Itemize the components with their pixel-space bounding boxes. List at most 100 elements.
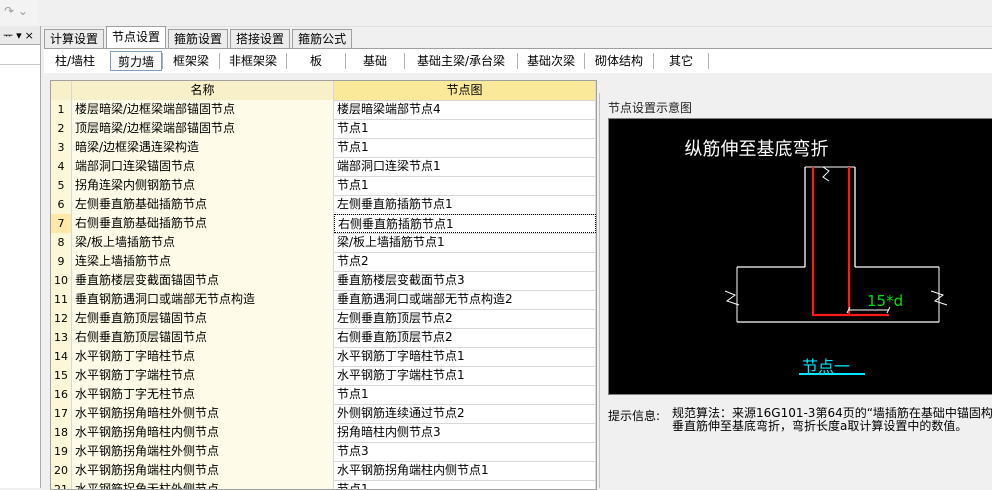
- close-icon[interactable]: ×: [25, 29, 34, 42]
- node-name-cell: 连梁上墙插筋节点: [72, 252, 334, 271]
- table-row[interactable]: 5 拐角连梁内侧钢筋节点 节点1: [51, 176, 596, 196]
- header-corner: [51, 81, 72, 100]
- table-row[interactable]: 15 水平钢筋丁字端柱节点 水平钢筋丁字端柱节点1: [51, 366, 596, 386]
- node-diagram-cell[interactable]: 节点1: [334, 119, 596, 138]
- row-number: 16: [51, 385, 72, 404]
- node-diagram-panel: 节点设置示意图 纵筋伸至基底弯折 15*d 节点一 提示信息: 规范算法：来源1…: [599, 93, 992, 488]
- divider: [0, 64, 40, 65]
- table-row[interactable]: 3 暗梁/边框梁遇连梁构造 节点1: [51, 138, 596, 158]
- row-number: 4: [51, 157, 72, 176]
- column-header-name: 名称: [72, 81, 334, 100]
- subtab-shear-wall[interactable]: 剪力墙: [110, 51, 162, 71]
- panel-title: 节点设置示意图: [608, 101, 693, 115]
- component-subtabs: 柱/墙柱 剪力墙 框架梁 非框架梁 板 基础 基础主梁/承台梁 基础次梁 砌体结…: [44, 48, 992, 73]
- node-name-cell: 梁/板上墙插筋节点: [72, 233, 334, 252]
- table-row[interactable]: 8 梁/板上墙插筋节点 梁/板上墙插筋节点1: [51, 233, 596, 253]
- subtab-other[interactable]: 其它: [654, 51, 708, 71]
- node-diagram-cell[interactable]: 节点1: [334, 176, 596, 195]
- table-row[interactable]: 2 顶层暗梁/边框梁端部锚固节点 节点1: [51, 119, 596, 139]
- node-diagram-cell[interactable]: 右侧垂直筋顶层节点2: [334, 328, 596, 347]
- node-diagram-cell[interactable]: 垂直筋遇洞口或端部无节点构造2: [334, 290, 596, 309]
- row-number: 19: [51, 442, 72, 461]
- subtab-foundation-main-beam[interactable]: 基础主梁/承台梁: [405, 51, 517, 71]
- row-number: 5: [51, 176, 72, 195]
- table-row[interactable]: 9 连梁上墙插筋节点 节点2: [51, 252, 596, 272]
- table-row[interactable]: 21 水平钢筋拐角无柱外侧节点 节点1: [51, 480, 596, 489]
- row-number: 9: [51, 252, 72, 271]
- node-diagram-cell[interactable]: 梁/板上墙插筋节点1: [334, 233, 596, 252]
- node-name-cell: 水平钢筋丁字无柱节点: [72, 385, 334, 404]
- pin-icon[interactable]: ᅲ: [3, 27, 13, 43]
- node-diagram-cell[interactable]: 楼层暗梁端部节点4: [334, 100, 596, 119]
- subtab-foundation-secondary-beam[interactable]: 基础次梁: [518, 51, 584, 71]
- table-row[interactable]: 10 垂直筋楼层变截面锚固节点 垂直筋楼层变截面节点3: [51, 271, 596, 291]
- row-number: 10: [51, 271, 72, 290]
- row-number: 7: [51, 214, 72, 233]
- subtab-slab[interactable]: 板: [287, 51, 345, 71]
- node-name-cell: 顶层暗梁/边框梁端部锚固节点: [72, 119, 334, 138]
- table-header: 名称 节点图: [51, 81, 596, 101]
- row-number: 1: [51, 100, 72, 119]
- table-row[interactable]: 1 楼层暗梁/边框梁端部锚固节点 楼层暗梁端部节点4: [51, 100, 596, 120]
- table-row[interactable]: 17 水平钢筋拐角暗柱外侧节点 外侧钢筋连续通过节点2: [51, 404, 596, 424]
- subtab-column[interactable]: 柱/墙柱: [44, 51, 106, 71]
- node-diagram-cell[interactable]: 拐角暗柱内侧节点3: [334, 423, 596, 442]
- node-diagram-cell[interactable]: 水平钢筋拐角端柱内侧节点1: [334, 461, 596, 480]
- node-name-cell: 水平钢筋拐角暗柱外侧节点: [72, 404, 334, 423]
- divider: [708, 53, 709, 69]
- node-name-cell: 左侧垂直筋基础插筋节点: [72, 195, 334, 214]
- table-row[interactable]: 12 左侧垂直筋顶层锚固节点 左侧垂直筋顶层节点2: [51, 309, 596, 329]
- table-row[interactable]: 20 水平钢筋拐角端柱内侧节点 水平钢筋拐角端柱内侧节点1: [51, 461, 596, 481]
- row-number: 12: [51, 309, 72, 328]
- node-diagram-cell[interactable]: 右侧垂直筋插筋节点1: [334, 214, 596, 233]
- node-diagram-cell[interactable]: 垂直筋楼层变截面节点3: [334, 271, 596, 290]
- table-row[interactable]: 4 端部洞口连梁锚固节点 端部洞口连梁节点1: [51, 157, 596, 177]
- table-row[interactable]: 19 水平钢筋拐角端柱外侧节点 节点3: [51, 442, 596, 462]
- node-name-cell: 水平钢筋拐角无柱外侧节点: [72, 480, 334, 489]
- subtab-non-frame-beam[interactable]: 非框架梁: [220, 51, 286, 71]
- node-diagram-cell[interactable]: 水平钢筋丁字暗柱节点1: [334, 347, 596, 366]
- toolbar-area: [38, 0, 992, 27]
- table-row[interactable]: 13 右侧垂直筋顶层锚固节点 右侧垂直筋顶层节点2: [51, 328, 596, 348]
- left-pane-header: ᅲ ▾ ×: [0, 26, 40, 45]
- node-diagram-cell[interactable]: 外侧钢筋连续通过节点2: [334, 404, 596, 423]
- table-row[interactable]: 14 水平钢筋丁字暗柱节点 水平钢筋丁字暗柱节点1: [51, 347, 596, 367]
- tab-calc-settings[interactable]: 计算设置: [44, 29, 105, 48]
- node-diagram-cell[interactable]: 节点3: [334, 442, 596, 461]
- row-number: 11: [51, 290, 72, 309]
- table-row[interactable]: 6 左侧垂直筋基础插筋节点 左侧垂直筋插筋节点1: [51, 195, 596, 215]
- node-diagram-cell[interactable]: 水平钢筋丁字端柱节点1: [334, 366, 596, 385]
- table-row[interactable]: 16 水平钢筋丁字无柱节点 节点1: [51, 385, 596, 405]
- node-diagram-cell[interactable]: 节点1: [334, 138, 596, 157]
- subtab-frame-beam[interactable]: 框架梁: [163, 51, 219, 71]
- node-diagram-cell[interactable]: 节点1: [334, 480, 596, 489]
- tab-node-settings[interactable]: 节点设置: [106, 26, 167, 48]
- hint-label: 提示信息:: [608, 409, 661, 423]
- tab-lap-settings[interactable]: 搭接设置: [230, 29, 291, 48]
- subtab-masonry[interactable]: 砌体结构: [585, 51, 653, 71]
- node-name-cell: 水平钢筋丁字端柱节点: [72, 366, 334, 385]
- subtab-foundation[interactable]: 基础: [346, 51, 404, 71]
- tab-stirrup-formula[interactable]: 箍筋公式: [292, 29, 353, 48]
- table-row[interactable]: 7 右侧垂直筋基础插筋节点 右侧垂直筋插筋节点1: [51, 214, 596, 234]
- row-number: 8: [51, 233, 72, 252]
- node-diagram-cell[interactable]: 节点1: [334, 385, 596, 404]
- row-number: 2: [51, 119, 72, 138]
- row-number: 15: [51, 366, 72, 385]
- node-diagram-cell[interactable]: 左侧垂直筋插筋节点1: [334, 195, 596, 214]
- node-diagram-cell[interactable]: 左侧垂直筋顶层节点2: [334, 309, 596, 328]
- table-row[interactable]: 11 垂直钢筋遇洞口或端部无节点构造 垂直筋遇洞口或端部无节点构造2: [51, 290, 596, 310]
- node-name-cell: 拐角连梁内侧钢筋节点: [72, 176, 334, 195]
- node-settings-table: 名称 节点图 1 楼层暗梁/边框梁端部锚固节点 楼层暗梁端部节点4 2 顶层暗梁/边框梁…: [50, 80, 597, 490]
- node-name-cell: 垂直筋楼层变截面锚固节点: [72, 271, 334, 290]
- redo-icon[interactable]: ↷ ⌄: [0, 0, 38, 22]
- tab-stirrup-settings[interactable]: 箍筋设置: [168, 29, 229, 48]
- node-diagram-cell[interactable]: 端部洞口连梁节点1: [334, 157, 596, 176]
- table-row[interactable]: 18 水平钢筋拐角暗柱内侧节点 拐角暗柱内侧节点3: [51, 423, 596, 443]
- node-name-cell: 右侧垂直筋顶层锚固节点: [72, 328, 334, 347]
- row-number: 18: [51, 423, 72, 442]
- row-number: 6: [51, 195, 72, 214]
- dropdown-icon[interactable]: ▾: [16, 29, 22, 42]
- node-diagram-cell[interactable]: 节点2: [334, 252, 596, 271]
- diagram-caption: 节点一: [802, 357, 851, 376]
